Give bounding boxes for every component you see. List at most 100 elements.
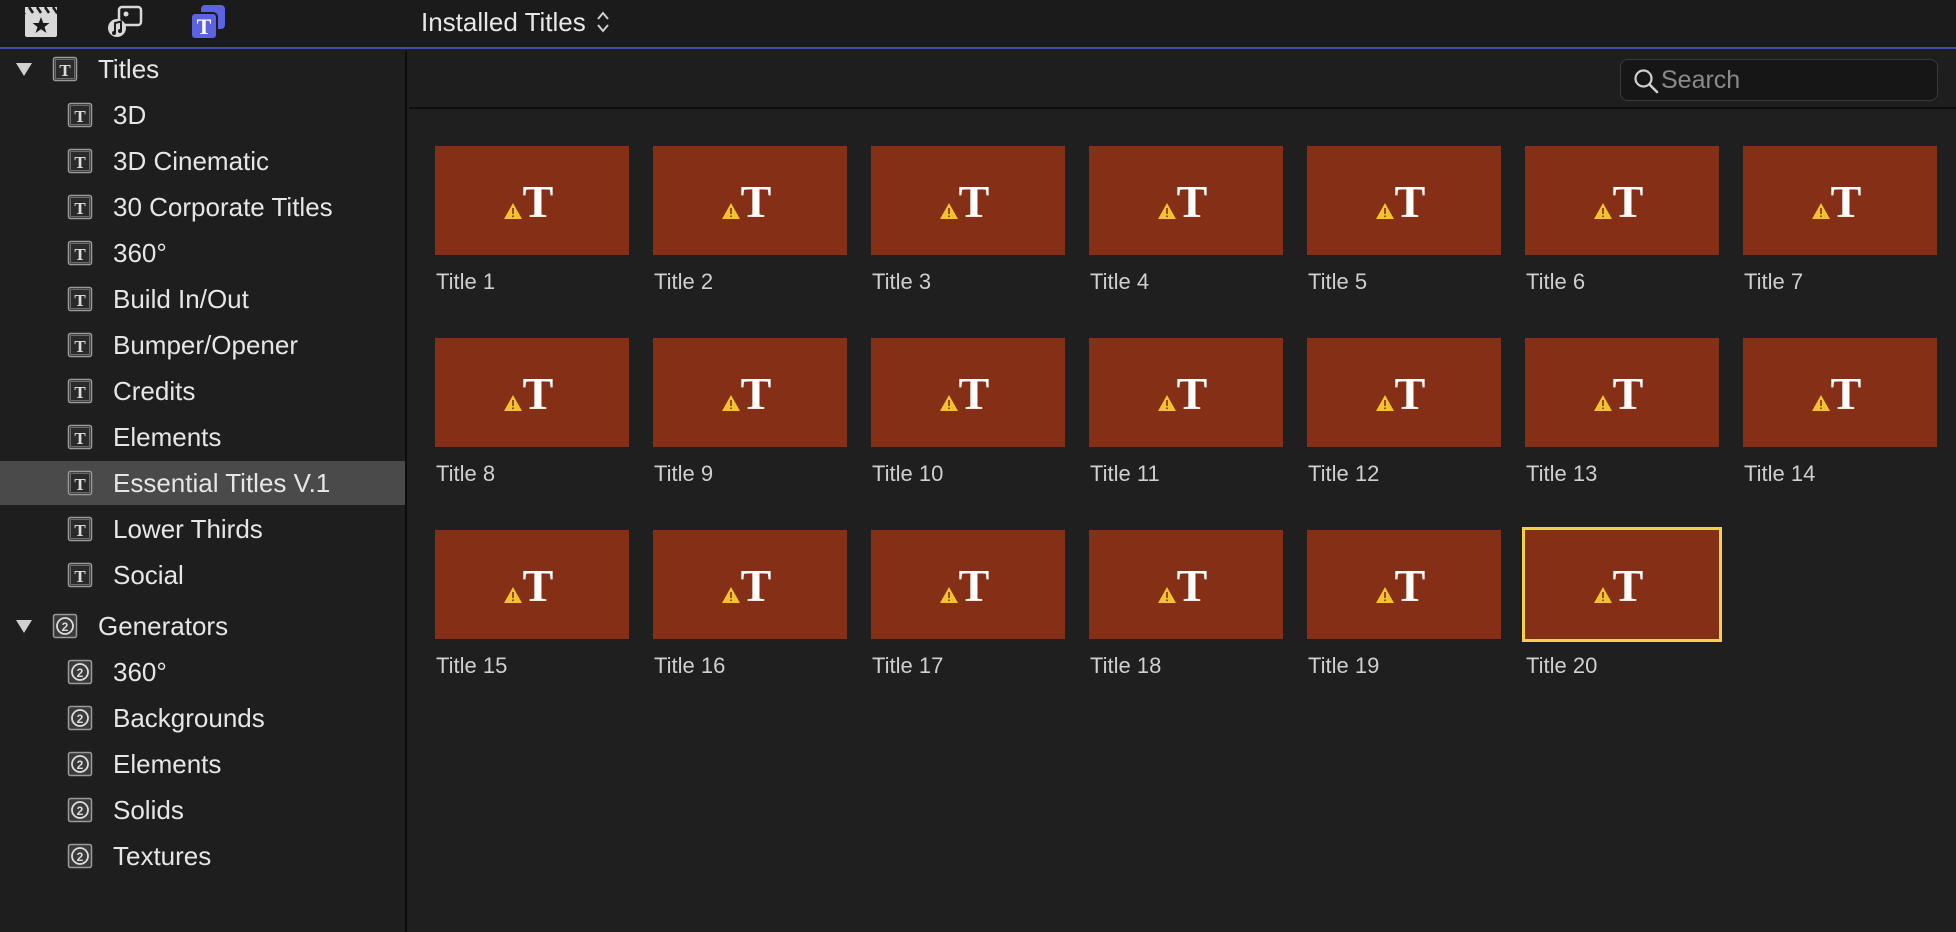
browser-title-dropdown[interactable]: Installed Titles [421, 5, 610, 39]
title-tile[interactable]: T Title 16 [653, 530, 847, 680]
title-tile[interactable]: T Title 20 [1522, 527, 1722, 680]
svg-text:T: T [74, 337, 86, 356]
sidebar-item-elements[interactable]: T Elements [0, 415, 405, 459]
disclosure-triangle-icon[interactable] [14, 616, 34, 636]
sidebar-item-30-corporate-titles[interactable]: T 30 Corporate Titles [0, 185, 405, 229]
sidebar: T Titles T 3D T 3D Cinematic T 30 Corporate Tit… [0, 51, 407, 932]
title-tile[interactable]: T Title 14 [1743, 338, 1937, 488]
title-tile[interactable]: T Title 6 [1525, 146, 1719, 296]
sidebar-item-build-in-out[interactable]: T Build In/Out [0, 277, 405, 321]
title-tile[interactable]: T Title 5 [1307, 146, 1501, 296]
title-t-icon: T [67, 148, 93, 174]
title-tile[interactable]: T Title 11 [1089, 338, 1283, 488]
title-thumbnail[interactable]: T [1743, 146, 1937, 255]
title-tile[interactable]: T Title 9 [653, 338, 847, 488]
title-tile-label: Title 13 [1526, 461, 1598, 486]
title-tile-label: Title 11 [1090, 461, 1160, 486]
svg-text:T: T [1395, 561, 1426, 609]
title-thumbnail[interactable]: T [1089, 530, 1283, 639]
title-t-icon: T [67, 562, 93, 588]
missing-title-warning-icon: T [502, 177, 562, 225]
svg-text:T: T [523, 561, 554, 609]
title-thumbnail[interactable]: T [435, 530, 629, 639]
title-tile[interactable]: T Title 10 [871, 338, 1065, 488]
sidebar-item-label: 30 Corporate Titles [113, 191, 333, 222]
titles-generators-icon[interactable]: T [188, 2, 228, 42]
title-thumbnail[interactable]: T [1307, 530, 1501, 639]
title-thumbnail[interactable]: T [1522, 527, 1722, 642]
title-tile[interactable]: T Title 2 [653, 146, 847, 296]
svg-text:T: T [74, 245, 86, 264]
sidebar-item-social[interactable]: T Social [0, 553, 405, 597]
title-thumbnail[interactable]: T [1307, 338, 1501, 447]
title-tile[interactable]: T Title 18 [1089, 530, 1283, 680]
title-tile-label: Title 3 [872, 269, 932, 294]
title-thumbnail[interactable]: T [653, 338, 847, 447]
title-tile[interactable]: T Title 17 [871, 530, 1065, 680]
title-thumbnail[interactable]: T [1089, 338, 1283, 447]
sidebar-item-3d-cinematic[interactable]: T 3D Cinematic [0, 139, 405, 183]
missing-title-warning-icon: T [1156, 369, 1216, 417]
title-tile-label: Title 10 [872, 461, 944, 486]
title-tile[interactable]: T Title 8 [435, 338, 629, 488]
sidebar-group-generators[interactable]: 2 Generators [0, 604, 405, 648]
search-input[interactable] [1661, 64, 1931, 96]
title-t-icon: T [67, 286, 93, 312]
title-tile[interactable]: T Title 4 [1089, 146, 1283, 296]
title-tile[interactable]: T Title 15 [435, 530, 629, 680]
svg-text:T: T [741, 369, 772, 417]
search-field[interactable] [1620, 59, 1938, 101]
title-thumbnail[interactable]: T [1525, 146, 1719, 255]
sidebar-item-credits[interactable]: T Credits [0, 369, 405, 413]
missing-title-warning-icon: T [502, 561, 562, 609]
sidebar-group-titles[interactable]: T Titles [0, 47, 405, 91]
title-thumbnail[interactable]: T [435, 146, 629, 255]
svg-text:T: T [74, 521, 86, 540]
sidebar-item-gen-elements[interactable]: 2 Elements [0, 742, 405, 786]
title-thumbnail[interactable]: T [435, 338, 629, 447]
sidebar-item-3d[interactable]: T 3D [0, 93, 405, 137]
sidebar-item-bumper-opener[interactable]: T Bumper/Opener [0, 323, 405, 367]
sidebar-item-lower-thirds[interactable]: T Lower Thirds [0, 507, 405, 551]
browser-title: Installed Titles [421, 6, 586, 37]
title-tile[interactable]: T Title 12 [1307, 338, 1501, 488]
title-tile[interactable]: T Title 19 [1307, 530, 1501, 680]
title-tile[interactable]: T Title 13 [1525, 338, 1719, 488]
title-t-icon: T [67, 516, 93, 542]
generator-2-icon: 2 [67, 659, 93, 685]
title-tile[interactable]: T Title 3 [871, 146, 1065, 296]
svg-text:T: T [1831, 369, 1862, 417]
disclosure-triangle-icon[interactable] [14, 59, 34, 79]
title-thumbnail[interactable]: T [1307, 146, 1501, 255]
title-thumbnail[interactable]: T [1089, 146, 1283, 255]
sidebar-item-label: Essential Titles V.1 [113, 467, 331, 498]
title-thumbnail[interactable]: T [1525, 338, 1719, 447]
sidebar-item-gen-solids[interactable]: 2 Solids [0, 788, 405, 832]
missing-title-warning-icon: T [1374, 369, 1434, 417]
title-tile[interactable]: T Title 7 [1743, 146, 1937, 296]
sidebar-item-label: Bumper/Opener [113, 329, 298, 360]
title-thumbnail[interactable]: T [653, 530, 847, 639]
title-tile[interactable]: T Title 1 [435, 146, 629, 296]
missing-title-warning-icon: T [720, 369, 780, 417]
svg-text:T: T [959, 369, 990, 417]
title-thumbnail[interactable]: T [871, 530, 1065, 639]
svg-text:T: T [741, 177, 772, 225]
title-thumbnail[interactable]: T [871, 338, 1065, 447]
svg-text:T: T [959, 177, 990, 225]
title-tile-label: Title 18 [1090, 653, 1162, 678]
sidebar-item-essential-titles-v-1[interactable]: T Essential Titles V.1 [0, 461, 405, 505]
clapper-star-icon[interactable] [21, 2, 61, 42]
sidebar-item-gen-textures[interactable]: 2 Textures [0, 834, 405, 878]
sidebar-item-label: 3D [113, 99, 147, 130]
sidebar-item-360[interactable]: T 360° [0, 231, 405, 275]
sidebar-item-gen-backgrounds[interactable]: 2 Backgrounds [0, 696, 405, 740]
title-thumbnail[interactable]: T [1743, 338, 1937, 447]
missing-title-warning-icon: T [1810, 369, 1870, 417]
svg-text:T: T [1177, 561, 1208, 609]
title-thumbnail[interactable]: T [871, 146, 1065, 255]
title-tile-label: Title 4 [1090, 269, 1150, 294]
music-photo-icon[interactable] [105, 2, 145, 42]
title-thumbnail[interactable]: T [653, 146, 847, 255]
sidebar-item-gen-360[interactable]: 2 360° [0, 650, 405, 694]
